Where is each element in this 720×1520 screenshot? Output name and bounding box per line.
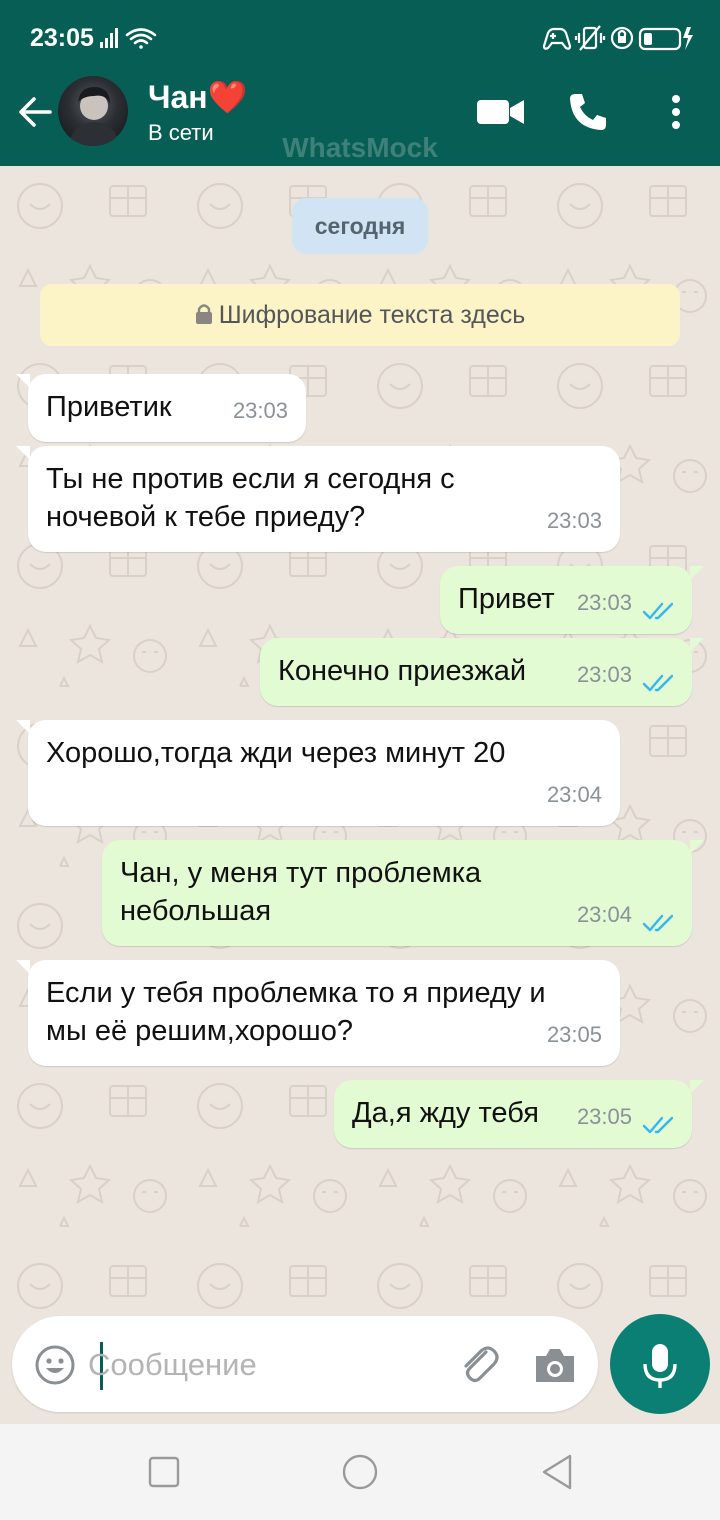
message-time: 23:05 <box>576 1104 632 1129</box>
message-incoming[interactable]: Если у тебя проблемка то я приеду и мы е… <box>16 960 620 1066</box>
message-text: Чан, у меня тут проблемка небольшая <box>120 857 482 927</box>
read-ticks-icon <box>642 674 674 692</box>
home-icon[interactable] <box>340 1452 380 1492</box>
watermark: WhatsMock <box>282 132 438 163</box>
read-ticks-icon <box>642 914 674 932</box>
status-right-icons <box>540 24 694 59</box>
recent-apps-icon[interactable] <box>144 1452 184 1492</box>
status-time: 23:05 <box>30 24 94 52</box>
message-input[interactable] <box>88 1338 428 1392</box>
mic-button[interactable] <box>610 1314 710 1414</box>
camera-icon[interactable] <box>532 1344 578 1386</box>
lock-icon <box>195 304 212 324</box>
message-text: Ты не против если я сегодня с ночевой к … <box>46 463 455 533</box>
message-time: 23:03 <box>232 398 288 423</box>
message-time: 23:04 <box>546 782 602 807</box>
chat-area[interactable]: сегодня Шифрование текста здесь Приветик… <box>0 166 720 1316</box>
encryption-notice[interactable]: Шифрование текста здесь <box>40 284 680 346</box>
signal-icon <box>100 28 118 48</box>
back-arrow-icon[interactable] <box>16 92 56 132</box>
gamepad-icon <box>542 27 572 50</box>
message-text: Да,я жду тебя <box>352 1097 539 1129</box>
phone-call-icon[interactable] <box>566 90 616 134</box>
message-time: 23:05 <box>546 1022 602 1047</box>
data-saver-icon <box>610 26 634 50</box>
message-time: 23:03 <box>576 662 632 687</box>
message-outgoing[interactable]: Чан, у меня тут проблемка небольшая 23:0… <box>102 840 704 946</box>
message-outgoing[interactable]: Привет 23:03 <box>440 566 704 634</box>
back-nav-icon[interactable] <box>538 1452 578 1492</box>
message-text: Привет <box>458 583 555 615</box>
message-incoming[interactable]: Ты не против если я сегодня с ночевой к … <box>16 446 620 552</box>
message-time: 23:04 <box>576 902 632 927</box>
read-ticks-icon <box>642 1116 674 1134</box>
emoji-icon[interactable] <box>34 1344 76 1386</box>
message-composer <box>12 1316 598 1412</box>
more-vert-icon[interactable] <box>664 90 688 134</box>
status-bar: 23:05 <box>0 0 720 78</box>
message-time: 23:03 <box>546 508 602 533</box>
message-text: Если у тебя проблемка то я приеду и мы е… <box>46 977 546 1047</box>
mic-icon <box>643 1344 677 1388</box>
chat-header: Чан❤️ В сети WhatsMock <box>0 76 720 166</box>
message-text: Конечно приезжай <box>278 655 527 687</box>
contact-name-text: Чан <box>148 79 208 115</box>
message-time: 23:03 <box>576 590 632 615</box>
message-text: Приветик <box>46 391 172 423</box>
message-outgoing[interactable]: Да,я жду тебя 23:05 <box>334 1080 704 1148</box>
message-outgoing[interactable]: Конечно приезжай 23:03 <box>260 638 704 706</box>
contact-name[interactable]: Чан❤️ <box>148 78 247 116</box>
video-call-icon[interactable] <box>476 90 526 134</box>
date-divider: сегодня <box>292 198 428 254</box>
message-incoming[interactable]: Хорошо,тогда жди через минут 20 23:04 <box>16 720 620 826</box>
encryption-notice-text: Шифрование текста здесь <box>218 301 526 329</box>
system-nav-bar <box>0 1424 720 1520</box>
vibrate-icon <box>574 25 606 51</box>
heart-emoji: ❤️ <box>207 79 248 115</box>
read-ticks-icon <box>642 602 674 620</box>
status-left-icons <box>100 26 158 55</box>
message-incoming[interactable]: Приветик 23:03 <box>16 374 306 442</box>
message-text: Хорошо,тогда жди через минут 20 <box>46 737 506 769</box>
wifi-icon <box>125 28 157 49</box>
battery-icon <box>638 27 693 51</box>
attachment-icon[interactable] <box>456 1342 502 1388</box>
